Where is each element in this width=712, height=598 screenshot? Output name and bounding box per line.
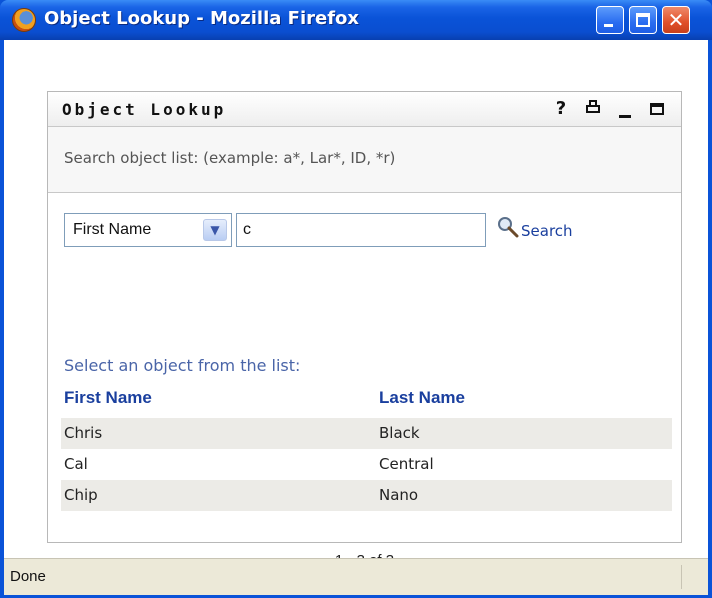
instructions-band: Search object list: (example: a*, Lar*, … xyxy=(48,127,681,193)
search-instructions: Search object list: (example: a*, Lar*, … xyxy=(64,149,396,167)
window-title: Object Lookup - Mozilla Firefox xyxy=(44,8,360,29)
close-icon: ✕ xyxy=(667,8,685,32)
table-row[interactable]: Chip Nano xyxy=(61,480,672,511)
object-lookup-portlet: Object Lookup ? Search object list: (exa… xyxy=(47,91,682,569)
search-input[interactable] xyxy=(236,213,486,247)
title-bar[interactable]: Object Lookup - Mozilla Firefox ✕ xyxy=(0,0,712,40)
field-select-value: First Name xyxy=(73,221,152,238)
window-minimize-button[interactable] xyxy=(596,6,624,34)
portlet-title: Object Lookup xyxy=(62,100,227,119)
cell-first-name[interactable]: Cal xyxy=(64,455,88,473)
chevron-down-icon[interactable]: ▼ xyxy=(203,219,227,241)
status-bar: Done xyxy=(4,558,708,595)
search-row: First Name ▼ Search xyxy=(64,213,664,249)
table-row[interactable]: Cal Central xyxy=(61,449,672,480)
window-close-button[interactable]: ✕ xyxy=(662,6,690,34)
search-button[interactable]: Search xyxy=(521,222,573,240)
cell-last-name[interactable]: Black xyxy=(379,424,420,442)
column-header-first-name[interactable]: First Name xyxy=(64,388,152,408)
portlet-header: Object Lookup ? xyxy=(48,92,681,127)
help-icon[interactable]: ? xyxy=(551,98,571,120)
magnifier-icon[interactable] xyxy=(496,215,520,239)
table-row[interactable]: Chris Black xyxy=(61,418,672,449)
page-content: Object Lookup ? Search object list: (exa… xyxy=(4,40,708,569)
portlet-minimize-icon[interactable] xyxy=(615,98,635,120)
cell-last-name[interactable]: Nano xyxy=(379,486,418,504)
cell-first-name[interactable]: Chip xyxy=(64,486,98,504)
resize-grip[interactable] xyxy=(681,565,704,589)
cell-first-name[interactable]: Chris xyxy=(64,424,102,442)
field-select[interactable]: First Name ▼ xyxy=(64,213,232,247)
browser-window: Object Lookup - Mozilla Firefox ✕ Object… xyxy=(0,0,712,598)
window-maximize-button[interactable] xyxy=(629,6,657,34)
results-table: Chris Black Cal Central Chip Nano xyxy=(61,418,672,511)
minimize-icon xyxy=(604,24,613,27)
cell-last-name[interactable]: Central xyxy=(379,455,434,473)
portlet-maximize-icon[interactable] xyxy=(647,98,667,120)
maximize-icon xyxy=(636,13,650,27)
column-header-last-name[interactable]: Last Name xyxy=(379,388,465,408)
print-icon[interactable] xyxy=(583,98,603,120)
results-prompt: Select an object from the list: xyxy=(64,356,301,375)
status-text: Done xyxy=(10,568,46,585)
firefox-icon xyxy=(12,8,36,32)
